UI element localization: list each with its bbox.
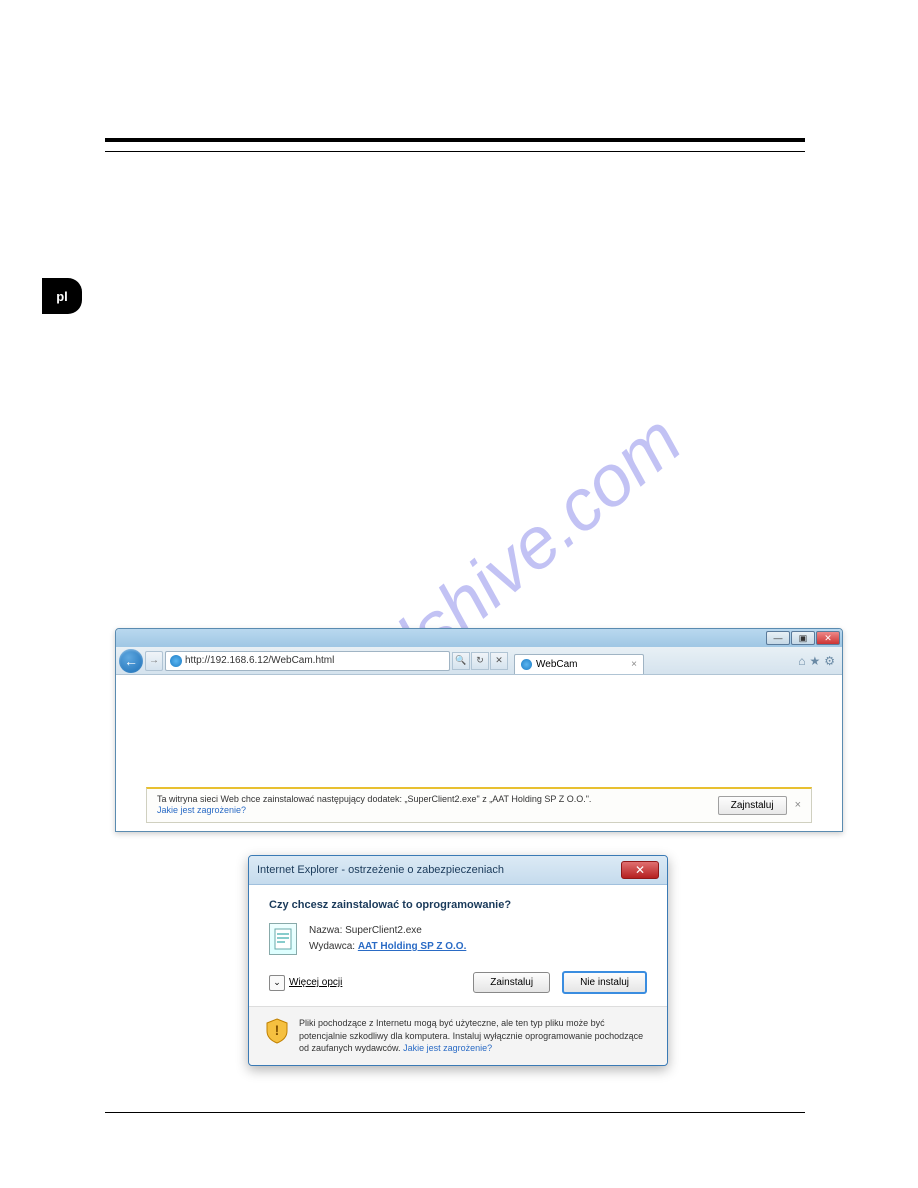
browser-window: — ▣ ✕ ← → http://192.168.6.12/WebCam.htm… (115, 628, 843, 832)
refresh-icon[interactable]: ↻ (471, 652, 489, 670)
address-actions: 🔍 ↻ ✕ (452, 652, 508, 670)
close-icon: ✕ (635, 863, 645, 877)
dialog-title: Internet Explorer - ostrzeżenie o zabezp… (257, 864, 504, 876)
minimize-button[interactable]: — (766, 631, 790, 645)
search-icon[interactable]: 🔍 (452, 652, 470, 670)
tab-close-icon[interactable]: × (631, 659, 637, 670)
stop-icon[interactable]: ✕ (490, 652, 508, 670)
security-dialog: Internet Explorer - ostrzeżenie o zabezp… (248, 855, 668, 1066)
dialog-body: Czy chcesz zainstalować to oprogramowani… (249, 885, 667, 1006)
horizontal-rule-top (105, 138, 805, 142)
notification-close-icon[interactable]: × (795, 799, 801, 811)
browser-content: Ta witryna sieci Web chce zainstalować n… (116, 675, 842, 831)
dialog-info: Nazwa: SuperClient2.exe Wydawca: AAT Hol… (269, 923, 647, 955)
dialog-titlebar: Internet Explorer - ostrzeżenie o zabezp… (249, 856, 667, 885)
shield-icon: ! (265, 1017, 289, 1045)
svg-text:!: ! (275, 1022, 280, 1038)
home-icon[interactable]: ⌂ (798, 654, 805, 668)
favorites-icon[interactable]: ★ (809, 654, 820, 668)
gear-icon[interactable]: ⚙ (824, 654, 835, 668)
install-button[interactable]: Zajnstaluj (718, 796, 787, 815)
arrow-left-icon: ← (124, 653, 138, 669)
dialog-question: Czy chcesz zainstalować to oprogramowani… (269, 899, 647, 911)
name-label: Nazwa: (309, 925, 342, 936)
dialog-actions: ⌄ Więcej opcji Zainstaluj Nie instaluj (269, 971, 647, 994)
dialog-dont-install-button[interactable]: Nie instaluj (562, 971, 647, 994)
browser-menu-icons: ⌂ ★ ⚙ (798, 654, 839, 668)
more-options-toggle[interactable]: ⌄ Więcej opcji (269, 975, 342, 991)
notification-text: Ta witryna sieci Web chce zainstalować n… (157, 794, 710, 817)
dialog-labels: Nazwa: SuperClient2.exe Wydawca: AAT Hol… (309, 923, 466, 955)
browser-titlebar: — ▣ ✕ (116, 629, 842, 647)
dialog-close-button[interactable]: ✕ (621, 861, 659, 879)
tab-strip: WebCam × (514, 647, 796, 674)
tab-title: WebCam (536, 659, 578, 670)
url-text: http://192.168.6.12/WebCam.html (185, 655, 334, 666)
back-button[interactable]: ← (119, 649, 143, 673)
arrow-right-icon: → (149, 655, 159, 666)
publisher-label: Wydawca: (309, 941, 355, 952)
dialog-footer-link[interactable]: Jakie jest zagrożenie? (403, 1043, 492, 1053)
more-options-label: Więcej opcji (289, 977, 342, 988)
horizontal-rule-top-2 (105, 151, 805, 152)
horizontal-rule-bottom (105, 1112, 805, 1113)
close-button[interactable]: ✕ (816, 631, 840, 645)
maximize-button[interactable]: ▣ (791, 631, 815, 645)
chevron-down-icon: ⌄ (269, 975, 285, 991)
browser-tab[interactable]: WebCam × (514, 654, 644, 674)
notification-bar: Ta witryna sieci Web chce zainstalować n… (146, 787, 812, 823)
address-bar[interactable]: http://192.168.6.12/WebCam.html (165, 651, 450, 671)
ie-icon (170, 655, 182, 667)
dialog-footer: ! Pliki pochodzące z Internetu mogą być … (249, 1006, 667, 1065)
notification-help-link[interactable]: Jakie jest zagrożenie? (157, 805, 246, 815)
name-value: SuperClient2.exe (345, 925, 422, 936)
file-icon (269, 923, 297, 955)
forward-button[interactable]: → (145, 651, 163, 671)
publisher-link[interactable]: AAT Holding SP Z O.O. (358, 941, 467, 952)
dialog-install-button[interactable]: Zainstaluj (473, 972, 550, 993)
browser-nav-bar: ← → http://192.168.6.12/WebCam.html 🔍 ↻ … (116, 647, 842, 675)
dialog-footer-text: Pliki pochodzące z Internetu mogą być uż… (299, 1017, 651, 1055)
tab-favicon-icon (521, 659, 532, 670)
page-language-tab: pl (42, 278, 82, 314)
